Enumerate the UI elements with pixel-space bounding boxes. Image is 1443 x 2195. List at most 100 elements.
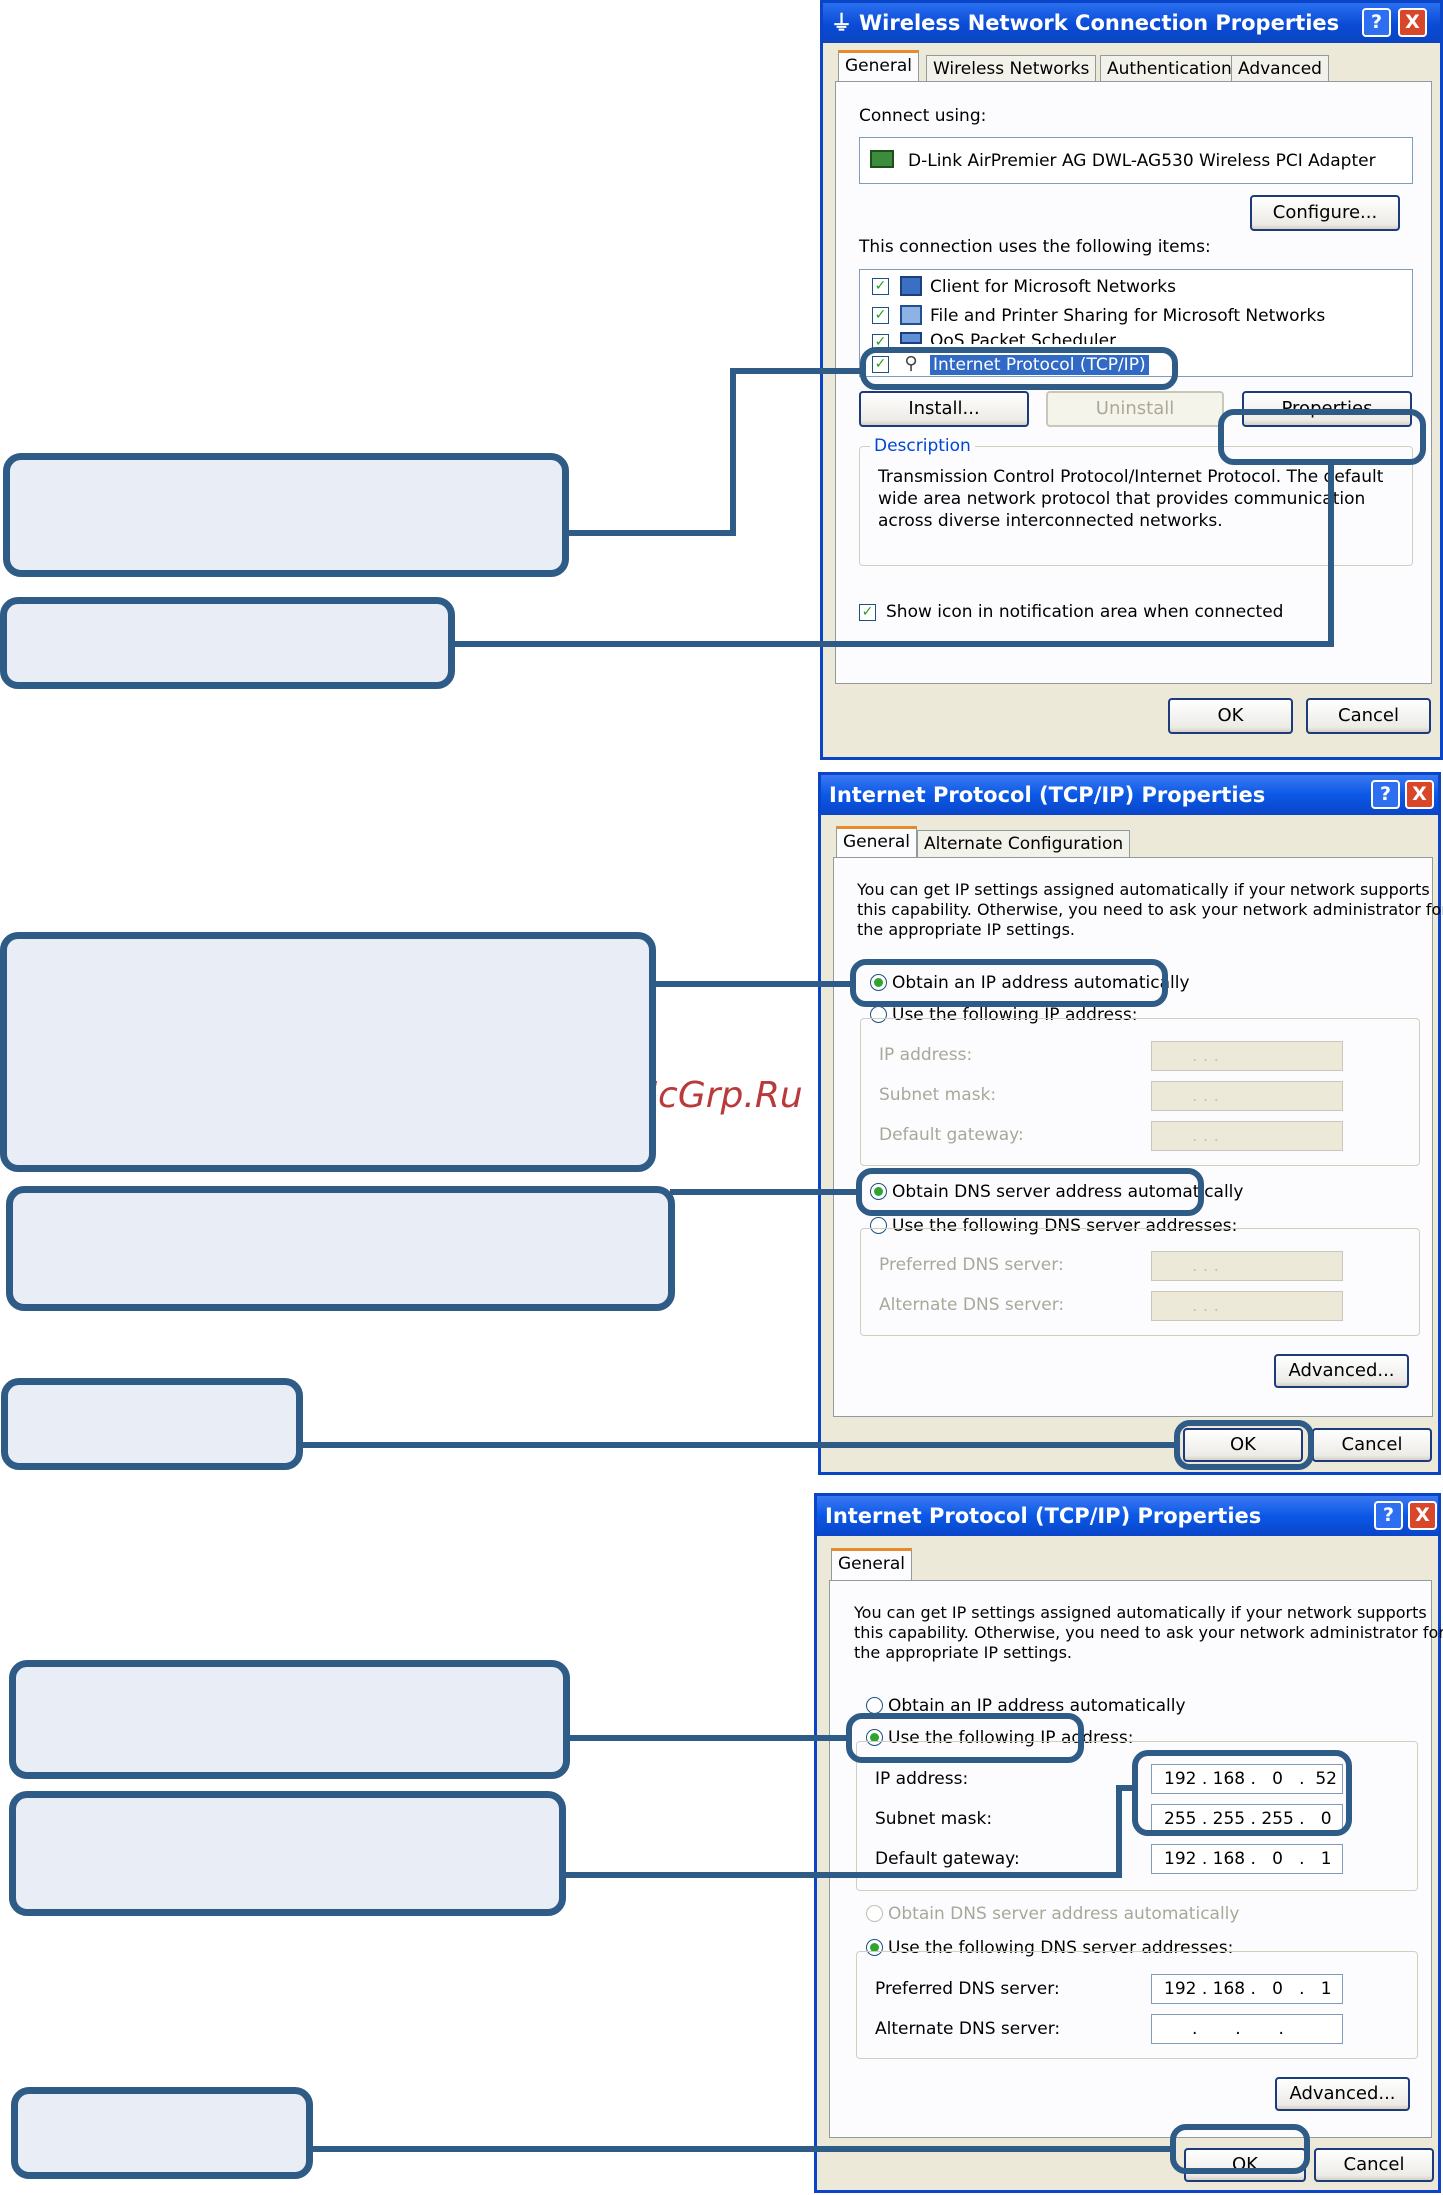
preferred-dns-label: Preferred DNS server: — [879, 1255, 1064, 1275]
callout-box — [0, 597, 455, 689]
connector-line — [670, 1189, 858, 1195]
uninstall-button[interactable]: Uninstall — [1046, 391, 1224, 427]
adapter-name: D-Link AirPremier AG DWL-AG530 Wireless … — [908, 151, 1376, 171]
alternate-dns-field[interactable]: . . . — [1151, 1291, 1343, 1321]
highlight-ip-and-mask-fields — [1132, 1750, 1352, 1836]
general-tab-panel: You can get IP settings assigned automat… — [833, 857, 1443, 1417]
subnet-mask-label: Subnet mask: — [875, 1809, 993, 1829]
dialog-title: Internet Protocol (TCP/IP) Properties — [829, 783, 1266, 807]
callout-box — [0, 932, 656, 1172]
connector-line — [564, 1872, 1122, 1878]
qos-icon — [900, 332, 922, 344]
preferred-dns-label: Preferred DNS server: — [875, 1979, 1060, 1999]
callout-box — [6, 1186, 675, 1311]
connector-line — [652, 981, 852, 987]
advanced-button[interactable]: Advanced... — [1275, 2077, 1410, 2111]
alternate-dns-field[interactable]: . . . — [1151, 2014, 1343, 2044]
intro-line-2: this capability. Otherwise, you need to … — [854, 1623, 1443, 1642]
share-icon — [900, 305, 922, 325]
dialog-title-bar: ⏚ Wireless Network Connection Properties — [823, 3, 1440, 43]
highlight-ok-button — [1174, 1420, 1314, 1470]
tcpip-properties-dialog-auto: Internet Protocol (TCP/IP) Properties ? … — [818, 772, 1443, 1475]
connector-line — [730, 368, 736, 536]
connector-line — [300, 1442, 1178, 1448]
advanced-button[interactable]: Advanced... — [1274, 1354, 1409, 1388]
item-checkbox-client[interactable]: ✓ — [872, 278, 889, 295]
configure-button[interactable]: Configure... — [1250, 195, 1400, 231]
default-gateway-label: Default gateway: — [879, 1125, 1024, 1145]
description-line-3: across diverse interconnected networks. — [878, 511, 1223, 531]
help-icon[interactable]: ? — [1362, 8, 1391, 37]
obtain-dns-auto-label[interactable]: Obtain DNS server address automatically — [888, 1904, 1239, 1924]
dialog-title-bar: Internet Protocol (TCP/IP) Properties — [817, 1496, 1438, 1536]
default-gateway-label: Default gateway: — [875, 1849, 1020, 1869]
cancel-button[interactable]: Cancel — [1314, 2148, 1434, 2182]
tab-alternate-configuration[interactable]: Alternate Configuration — [917, 830, 1131, 857]
ip-address-label: IP address: — [879, 1045, 973, 1065]
description-label: Description — [870, 436, 975, 456]
ip-address-label: IP address: — [875, 1769, 969, 1789]
show-icon-checkbox[interactable]: ✓ — [859, 604, 876, 621]
tab-advanced[interactable]: Advanced — [1231, 55, 1329, 82]
ok-button[interactable]: OK — [1168, 698, 1293, 734]
connector-line — [566, 1735, 848, 1741]
connector-line — [450, 641, 1334, 647]
intro-line-2: this capability. Otherwise, you need to … — [857, 900, 1443, 919]
dns-settings-group: Preferred DNS server: 192 . 168 . 0 . 1 … — [856, 1951, 1418, 2059]
default-gateway-field[interactable]: . . . — [1151, 1121, 1343, 1151]
highlight-tcpip-item — [860, 347, 1178, 390]
adapter-icon — [870, 150, 894, 168]
close-icon[interactable]: X — [1408, 1501, 1437, 1530]
highlight-obtain-dns-auto — [856, 1168, 1204, 1216]
alternate-dns-label: Alternate DNS server: — [875, 2019, 1061, 2039]
connector-line — [1328, 464, 1334, 647]
item-qos-label[interactable]: QoS Packet Scheduler — [930, 332, 1116, 344]
ip-address-field[interactable]: . . . — [1151, 1041, 1343, 1071]
highlight-use-following-ip — [846, 1713, 1084, 1763]
cancel-button[interactable]: Cancel — [1312, 1428, 1432, 1462]
item-checkbox-sharing[interactable]: ✓ — [872, 307, 889, 324]
preferred-dns-field[interactable]: 192 . 168 . 0 . 1 — [1151, 1974, 1343, 2004]
help-icon[interactable]: ? — [1374, 1501, 1403, 1530]
close-icon[interactable]: X — [1398, 8, 1427, 37]
alternate-dns-label: Alternate DNS server: — [879, 1295, 1065, 1315]
adapter-field: D-Link AirPremier AG DWL-AG530 Wireless … — [859, 137, 1413, 184]
callout-box — [3, 453, 569, 577]
tab-general[interactable]: General — [838, 50, 919, 82]
items-label: This connection uses the following items… — [859, 237, 1211, 257]
connect-using-label: Connect using: — [859, 106, 987, 126]
tab-general[interactable]: General — [831, 1548, 912, 1580]
intro-line-3: the appropriate IP settings. — [857, 920, 1076, 939]
show-icon-label[interactable]: Show icon in notification area when conn… — [886, 602, 1283, 622]
default-gateway-field[interactable]: 192 . 168 . 0 . 1 — [1151, 1844, 1343, 1874]
callout-box — [1, 1378, 303, 1470]
ip-settings-group: IP address: . . . Subnet mask: . . . Def… — [860, 1018, 1420, 1166]
close-icon[interactable]: X — [1405, 780, 1434, 809]
client-icon — [900, 276, 922, 296]
connector-line — [1116, 1785, 1122, 1878]
item-client-label[interactable]: Client for Microsoft Networks — [930, 277, 1176, 297]
network-icon: ⏚ — [831, 11, 852, 35]
highlight-obtain-ip-auto — [850, 959, 1168, 1007]
cancel-button[interactable]: Cancel — [1306, 698, 1431, 734]
preferred-dns-field[interactable]: . . . — [1151, 1251, 1343, 1281]
tab-authentication[interactable]: Authentication — [1100, 55, 1239, 82]
callout-box — [11, 2087, 313, 2179]
general-tab-panel: You can get IP settings assigned automat… — [829, 1580, 1443, 2138]
description-line-2: wide area network protocol that provides… — [878, 489, 1366, 509]
callout-box — [9, 1791, 566, 1916]
dialog-title-bar: Internet Protocol (TCP/IP) Properties — [821, 775, 1438, 815]
dns-settings-group: Preferred DNS server: . . . Alternate DN… — [860, 1228, 1420, 1336]
obtain-ip-auto-radio[interactable] — [866, 1697, 883, 1714]
item-sharing-label[interactable]: File and Printer Sharing for Microsoft N… — [930, 306, 1325, 326]
subnet-mask-field[interactable]: . . . — [1151, 1081, 1343, 1111]
tab-general[interactable]: General — [836, 826, 917, 858]
tab-wireless-networks[interactable]: Wireless Networks — [926, 55, 1097, 82]
help-icon[interactable]: ? — [1371, 780, 1400, 809]
intro-line-3: the appropriate IP settings. — [854, 1643, 1073, 1662]
obtain-dns-auto-radio[interactable] — [866, 1905, 883, 1922]
tcpip-properties-dialog-static: Internet Protocol (TCP/IP) Properties ? … — [814, 1493, 1443, 2193]
install-button[interactable]: Install... — [859, 391, 1029, 427]
subnet-mask-label: Subnet mask: — [879, 1085, 997, 1105]
intro-line-1: You can get IP settings assigned automat… — [857, 880, 1430, 899]
